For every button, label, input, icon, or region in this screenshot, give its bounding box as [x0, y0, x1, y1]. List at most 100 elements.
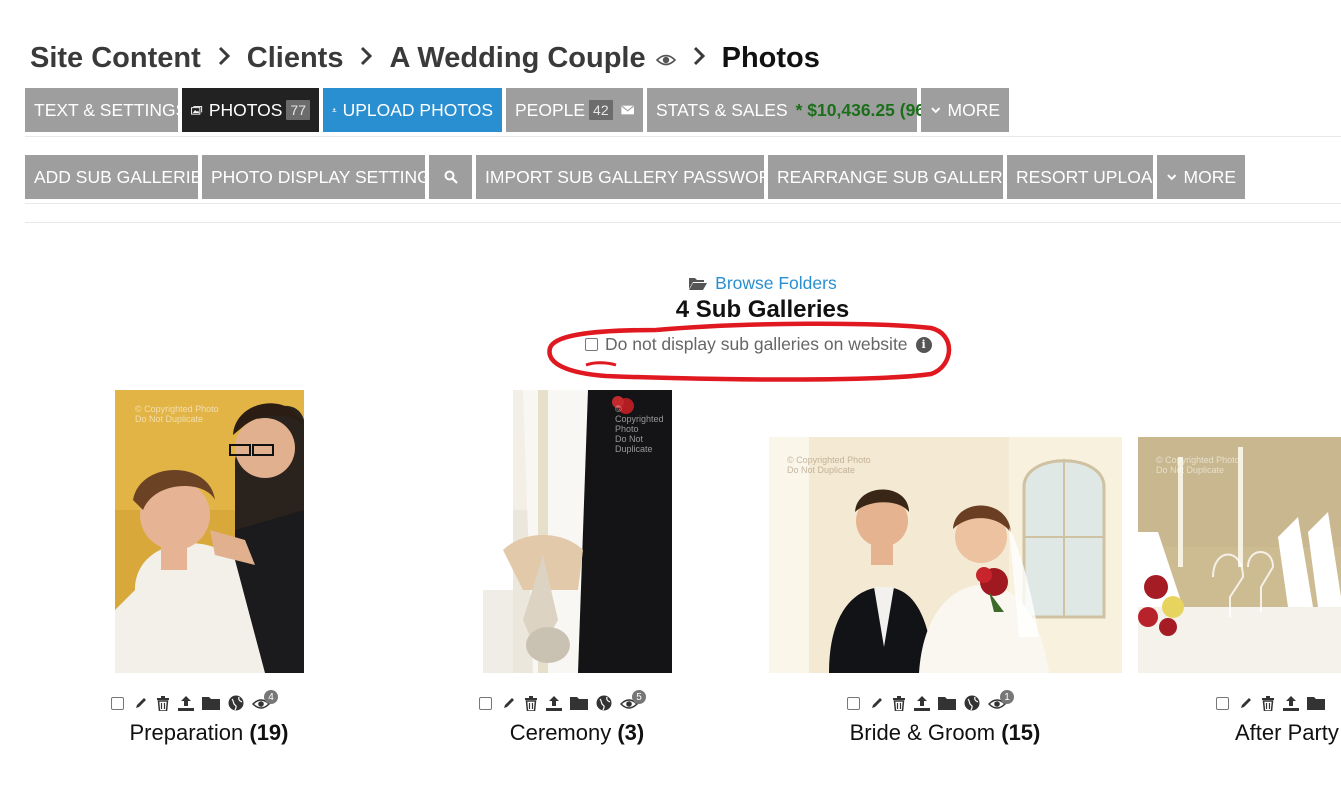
- add-sub-galleries-label: ADD SUB GALLERIES: [34, 166, 214, 187]
- watermark-line2: Do Not Duplicate: [1156, 465, 1225, 475]
- folder-icon[interactable]: [570, 696, 588, 710]
- gallery-name-bride-groom[interactable]: Bride & Groom (15): [825, 720, 1065, 746]
- gallery-name-ceremony[interactable]: Ceremony (3): [477, 720, 677, 746]
- upload-icon[interactable]: [546, 695, 562, 711]
- gallery-name: Preparation: [129, 720, 244, 745]
- action-row: ADD SUB GALLERIES PHOTO DISPLAY SETTINGS…: [25, 155, 1249, 199]
- gallery-thumbnail-after-party[interactable]: © Copyrighted Photo Do Not Duplicate: [1138, 437, 1341, 673]
- divider: [25, 203, 1341, 204]
- watermark-line2: Do Not Duplicate: [615, 434, 653, 454]
- gallery-toolbar: 1: [847, 690, 1020, 712]
- gallery-name: After Party: [1235, 720, 1339, 745]
- rearrange-label: REARRANGE SUB GALLERIES: [777, 166, 1031, 187]
- tab-photos-label: PHOTOS: [208, 99, 283, 120]
- tab-more-label: MORE: [947, 99, 1001, 120]
- breadcrumb-clients[interactable]: Clients: [247, 42, 344, 75]
- folder-icon[interactable]: [202, 696, 220, 710]
- breadcrumb-site-content[interactable]: Site Content: [30, 42, 201, 75]
- pencil-icon[interactable]: [134, 696, 148, 710]
- actions-more-button[interactable]: MORE: [1157, 155, 1245, 199]
- gallery-count: (19): [249, 720, 289, 745]
- gallery-name: Ceremony: [509, 720, 612, 745]
- watermark-line1: © Copyrighted Photo: [1156, 455, 1240, 465]
- folder-icon[interactable]: [938, 696, 956, 710]
- trash-icon[interactable]: [892, 695, 906, 711]
- actions-more-label: MORE: [1183, 166, 1237, 187]
- view-count-badge: 5: [632, 690, 646, 704]
- browse-folders-label: Browse Folders: [715, 272, 837, 293]
- tab-row: TEXT & SETTINGS PHOTOS 77 UPLOAD PHOTOS …: [25, 88, 1013, 132]
- eye-icon[interactable]: 4: [252, 690, 278, 711]
- divider: [25, 222, 1341, 223]
- watermark-line1: © Copyrighted Photo: [787, 455, 871, 465]
- search-icon: [444, 170, 458, 184]
- upload-photos-button[interactable]: UPLOAD PHOTOS: [323, 88, 502, 132]
- tab-text-settings-label: TEXT & SETTINGS: [34, 99, 188, 120]
- gallery-thumbnail-preparation[interactable]: © Copyrighted Photo Do Not Duplicate: [115, 390, 304, 673]
- pencil-icon[interactable]: [502, 696, 516, 710]
- resort-upload-label: RESORT UPLOAD: [1016, 166, 1166, 187]
- red-highlight-annotation: [547, 321, 952, 382]
- gallery-select-checkbox[interactable]: [847, 696, 860, 710]
- gallery-name-after-party[interactable]: After Party: [1235, 720, 1339, 746]
- photo-display-settings-label: PHOTO DISPLAY SETTINGS: [211, 166, 443, 187]
- gallery-select-checkbox[interactable]: [479, 696, 492, 710]
- watermark: © Copyrighted Photo Do Not Duplicate: [1156, 455, 1240, 475]
- photos-icon: [191, 105, 203, 115]
- breadcrumb-client[interactable]: A Wedding Couple: [389, 42, 645, 75]
- globe-icon[interactable]: [964, 695, 980, 711]
- tab-stats-label: STATS & SALES: [656, 99, 788, 120]
- view-count-badge: 4: [264, 690, 278, 704]
- upload-icon: [332, 108, 337, 113]
- tab-photos[interactable]: PHOTOS 77: [182, 88, 319, 132]
- eye-icon[interactable]: 5: [620, 690, 646, 711]
- chevron-down-icon: [931, 107, 941, 114]
- gallery-toolbar: 4: [111, 690, 284, 712]
- photo-display-settings-button[interactable]: PHOTO DISPLAY SETTINGS: [202, 155, 442, 199]
- globe-icon[interactable]: [228, 695, 244, 711]
- watermark-line1: © Copyrighted Photo: [615, 404, 664, 434]
- gallery-select-checkbox[interactable]: [1216, 696, 1229, 710]
- watermark-line2: Do Not Duplicate: [787, 465, 856, 475]
- folder-icon[interactable]: [1307, 696, 1325, 710]
- trash-icon[interactable]: [156, 695, 170, 711]
- upload-photos-label: UPLOAD PHOTOS: [342, 99, 493, 120]
- breadcrumb: Site Content Clients A Wedding Couple Ph…: [30, 38, 820, 78]
- gallery-thumbnail-bride-groom[interactable]: © Copyrighted Photo Do Not Duplicate: [769, 437, 1122, 673]
- gallery-thumbnail-ceremony[interactable]: © Copyrighted Photo Do Not Duplicate: [483, 390, 672, 673]
- tab-people-label: PEOPLE: [515, 99, 586, 120]
- tab-text-settings[interactable]: TEXT & SETTINGS: [25, 88, 187, 132]
- globe-icon[interactable]: [596, 695, 612, 711]
- upload-icon[interactable]: [1283, 695, 1299, 711]
- gallery-select-checkbox[interactable]: [111, 696, 124, 710]
- search-button[interactable]: [429, 155, 472, 199]
- gallery-count: (3): [617, 720, 645, 745]
- rearrange-sub-galleries-button[interactable]: REARRANGE SUB GALLERIES: [768, 155, 1031, 199]
- tab-stats-sales[interactable]: STATS & SALES * $10,436.25 (96): [647, 88, 931, 132]
- add-sub-galleries-button[interactable]: ADD SUB GALLERIES: [25, 155, 214, 199]
- trash-icon[interactable]: [524, 695, 538, 711]
- chevron-right-icon: [359, 42, 373, 75]
- browse-folders-link[interactable]: Browse Folders: [0, 272, 1341, 294]
- import-passwords-button[interactable]: IMPORT SUB GALLERY PASSWORDS: [476, 155, 796, 199]
- pencil-icon[interactable]: [1239, 696, 1253, 710]
- tab-more-button[interactable]: MORE: [921, 88, 1009, 132]
- resort-upload-button[interactable]: RESORT UPLOAD: [1007, 155, 1165, 199]
- folder-open-icon: [689, 277, 708, 290]
- watermark: © Copyrighted Photo Do Not Duplicate: [787, 455, 871, 475]
- trash-icon[interactable]: [1261, 695, 1275, 711]
- envelope-icon[interactable]: [621, 104, 634, 116]
- eye-icon[interactable]: [655, 42, 676, 75]
- upload-icon[interactable]: [178, 695, 194, 711]
- chevron-right-icon: [217, 42, 231, 75]
- photos-count-badge: 77: [286, 100, 310, 120]
- gallery-name-preparation[interactable]: Preparation (19): [109, 720, 309, 746]
- tab-people[interactable]: PEOPLE 42: [506, 88, 643, 132]
- watermark-line1: © Copyrighted Photo: [135, 404, 219, 414]
- eye-icon[interactable]: 1: [988, 690, 1014, 711]
- people-count-badge: 42: [589, 100, 613, 120]
- gallery-toolbar: 5: [479, 690, 652, 712]
- pencil-icon[interactable]: [870, 696, 884, 710]
- watermark: © Copyrighted Photo Do Not Duplicate: [615, 404, 672, 454]
- upload-icon[interactable]: [914, 695, 930, 711]
